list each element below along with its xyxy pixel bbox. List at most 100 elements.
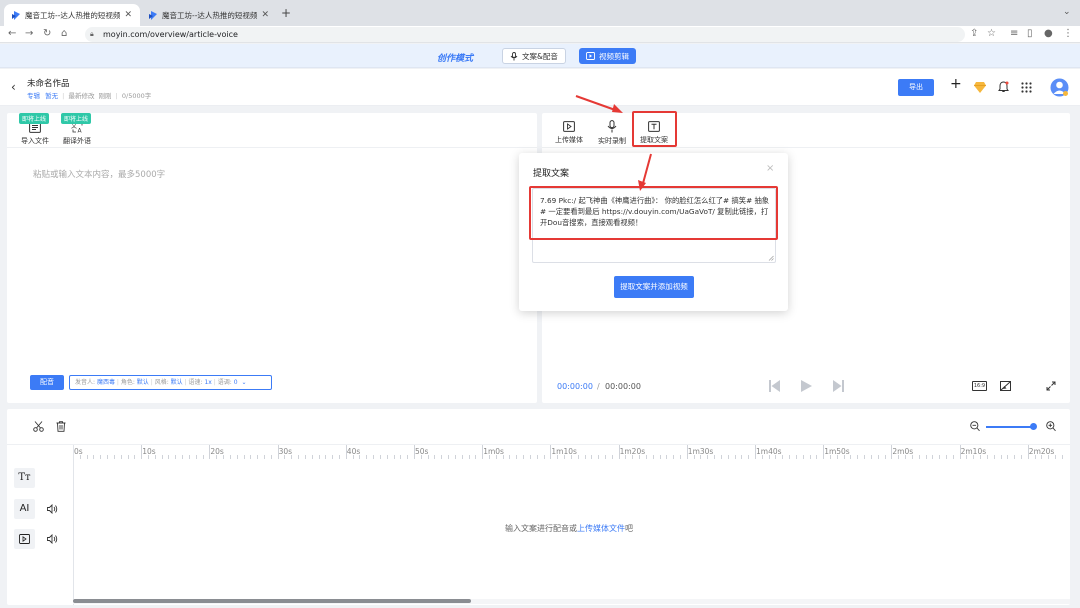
volume-icon[interactable] bbox=[47, 504, 58, 514]
skip-next-icon[interactable] bbox=[833, 380, 844, 392]
side-panel-icon[interactable]: ▯ bbox=[1027, 29, 1033, 39]
ruler-minor-tick bbox=[843, 455, 845, 459]
back-arrow-icon[interactable]: ‹ bbox=[11, 80, 16, 94]
pitch-value: 0 bbox=[233, 379, 238, 386]
ruler-minor-tick bbox=[966, 455, 968, 459]
video-track-icon bbox=[19, 534, 30, 544]
ruler-minor-tick bbox=[720, 455, 722, 459]
voice-settings-bar[interactable]: 发音人: 魔西毒 | 角色: 默认 | 风格: 默认 | 语速: 1x | 语调… bbox=[69, 375, 272, 390]
menu-dots-icon[interactable]: ⋮ bbox=[1063, 29, 1073, 39]
back-icon[interactable]: ← bbox=[8, 29, 16, 39]
user-avatar[interactable] bbox=[1050, 78, 1069, 97]
timeline-scrollbar-thumb[interactable] bbox=[73, 599, 471, 603]
mode-banner: 创作模式 文案&配音 视频剪辑 bbox=[0, 44, 1080, 68]
ruler-minor-tick bbox=[1055, 455, 1057, 459]
ruler-minor-tick bbox=[454, 455, 456, 459]
close-icon[interactable]: × bbox=[766, 163, 774, 174]
url-field[interactable]: 🔒︎ moyin.com/overview/article-voice bbox=[85, 27, 965, 42]
ruler-minor-tick bbox=[1020, 455, 1022, 459]
scissors-icon[interactable] bbox=[33, 421, 44, 432]
ruler-minor-tick bbox=[864, 455, 866, 459]
browser-tab-1[interactable]: 魔音工坊--达人热推的短视频/有声书/… ✕ bbox=[4, 4, 140, 26]
ruler-minor-tick bbox=[223, 455, 225, 459]
fullscreen-icon[interactable] bbox=[1046, 381, 1056, 391]
image-toggle-icon[interactable] bbox=[1000, 381, 1011, 391]
zoom-slider-handle[interactable] bbox=[1030, 423, 1037, 430]
text-editor-placeholder[interactable]: 粘贴或输入文本内容，最多5000字 bbox=[33, 168, 165, 180]
ruler-minor-tick bbox=[304, 455, 306, 459]
tab-search-icon[interactable]: ⌄ bbox=[1063, 7, 1071, 17]
ruler-minor-tick bbox=[911, 455, 913, 459]
resize-handle-icon[interactable] bbox=[768, 255, 774, 261]
diamond-vip-icon[interactable] bbox=[974, 82, 986, 93]
microphone-icon bbox=[510, 51, 518, 60]
ruler-minor-tick bbox=[905, 455, 907, 459]
trash-icon[interactable] bbox=[56, 421, 66, 432]
zoom-out-icon[interactable] bbox=[970, 421, 980, 432]
new-tab-button[interactable]: + bbox=[281, 6, 291, 20]
bookmark-star-icon[interactable]: ☆ bbox=[987, 29, 996, 39]
upload-media-link[interactable]: 上传媒体文件 bbox=[577, 524, 625, 533]
import-file-button[interactable]: 即将上线 导入文件 bbox=[19, 113, 50, 146]
ai-voice-track-button[interactable]: AI bbox=[14, 499, 35, 519]
ruler-minor-tick bbox=[1034, 455, 1036, 459]
ruler-minor-tick bbox=[741, 455, 743, 459]
style-value: 默认 bbox=[170, 379, 183, 386]
ruler-minor-tick bbox=[270, 455, 272, 459]
skip-previous-icon[interactable] bbox=[769, 380, 780, 392]
role-value: 默认 bbox=[136, 379, 149, 386]
pitch-label: 语调: bbox=[217, 379, 232, 386]
reading-list-icon[interactable]: ≡ bbox=[1010, 29, 1018, 39]
ruler-minor-tick bbox=[557, 455, 559, 459]
forward-icon[interactable]: → bbox=[25, 29, 33, 39]
dub-button[interactable]: 配音 bbox=[30, 375, 64, 390]
speed-label: 语速: bbox=[188, 379, 203, 386]
speaker-label: 发音人: bbox=[75, 379, 96, 386]
chevron-down-icon: ⌄ bbox=[241, 379, 247, 386]
share-icon[interactable]: ⇪ bbox=[970, 29, 978, 39]
album-tag[interactable]: 专辑 bbox=[27, 92, 40, 100]
volume-icon[interactable] bbox=[47, 534, 58, 544]
text-track-button[interactable]: Tт bbox=[14, 468, 35, 488]
address-bar: ← → ↻ ⌂ 🔒︎ moyin.com/overview/article-vo… bbox=[0, 26, 1080, 43]
notification-bell-icon[interactable] bbox=[998, 81, 1009, 93]
album-value: 暂无 bbox=[45, 92, 59, 100]
voice-mode-button[interactable]: 文案&配音 bbox=[502, 48, 566, 64]
home-icon[interactable]: ⌂ bbox=[61, 29, 67, 39]
video-edit-mode-button[interactable]: 视频剪辑 bbox=[579, 48, 636, 64]
tab-close-icon[interactable]: ✕ bbox=[124, 10, 132, 20]
ruler-minor-tick bbox=[461, 455, 463, 459]
apps-grid-icon[interactable] bbox=[1021, 82, 1032, 93]
play-icon[interactable] bbox=[801, 380, 812, 392]
ruler-minor-tick bbox=[325, 455, 327, 459]
add-icon[interactable]: + bbox=[950, 77, 962, 91]
ruler-minor-tick bbox=[523, 455, 525, 459]
ruler-minor-tick bbox=[830, 455, 832, 459]
translate-button[interactable]: 即将上线 文A 翻译外语 bbox=[61, 113, 92, 146]
moyin-favicon bbox=[149, 10, 157, 20]
ruler-minor-tick bbox=[107, 455, 109, 459]
extract-and-add-video-button[interactable]: 提取文案并添加视频 bbox=[614, 276, 694, 298]
ruler-minor-tick bbox=[86, 455, 88, 459]
tab-close-icon[interactable]: ✕ bbox=[261, 10, 269, 20]
ruler-minor-tick bbox=[284, 455, 286, 459]
zoom-slider[interactable] bbox=[986, 423, 1037, 430]
document-title[interactable]: 未命名作品 bbox=[27, 77, 70, 89]
current-time: 00:00:00 bbox=[557, 382, 593, 391]
document-header: ‹ 未命名作品 专辑 暂无 | 最新修改 刚刚 | 0/5000字 导出 + bbox=[0, 69, 1080, 106]
import-file-label: 导入文件 bbox=[21, 137, 49, 145]
ruler-minor-tick bbox=[100, 455, 102, 459]
timeline-ruler[interactable]: 0s 10s 20s 30s 40s 50s 1m0s 1m10s 1m20s 1m30s 1m40… bbox=[73, 445, 1070, 459]
annotation-arrow-1 bbox=[575, 95, 619, 112]
ruler-minor-tick bbox=[659, 455, 661, 459]
role-label: 角色: bbox=[120, 379, 135, 386]
export-button[interactable]: 导出 bbox=[898, 79, 934, 96]
translate-label: 翻译外语 bbox=[63, 137, 91, 145]
aspect-ratio-button[interactable]: 16:9 bbox=[972, 381, 987, 391]
browser-tab-2[interactable]: 魔音工坊--达人热推的短视频/有声书/… ✕ bbox=[141, 4, 277, 26]
zoom-in-icon[interactable] bbox=[1046, 421, 1056, 432]
video-track-button[interactable] bbox=[14, 529, 35, 549]
ruler-minor-tick bbox=[932, 455, 934, 459]
profile-icon[interactable]: ● bbox=[1044, 29, 1053, 39]
reload-icon[interactable]: ↻ bbox=[43, 29, 51, 39]
